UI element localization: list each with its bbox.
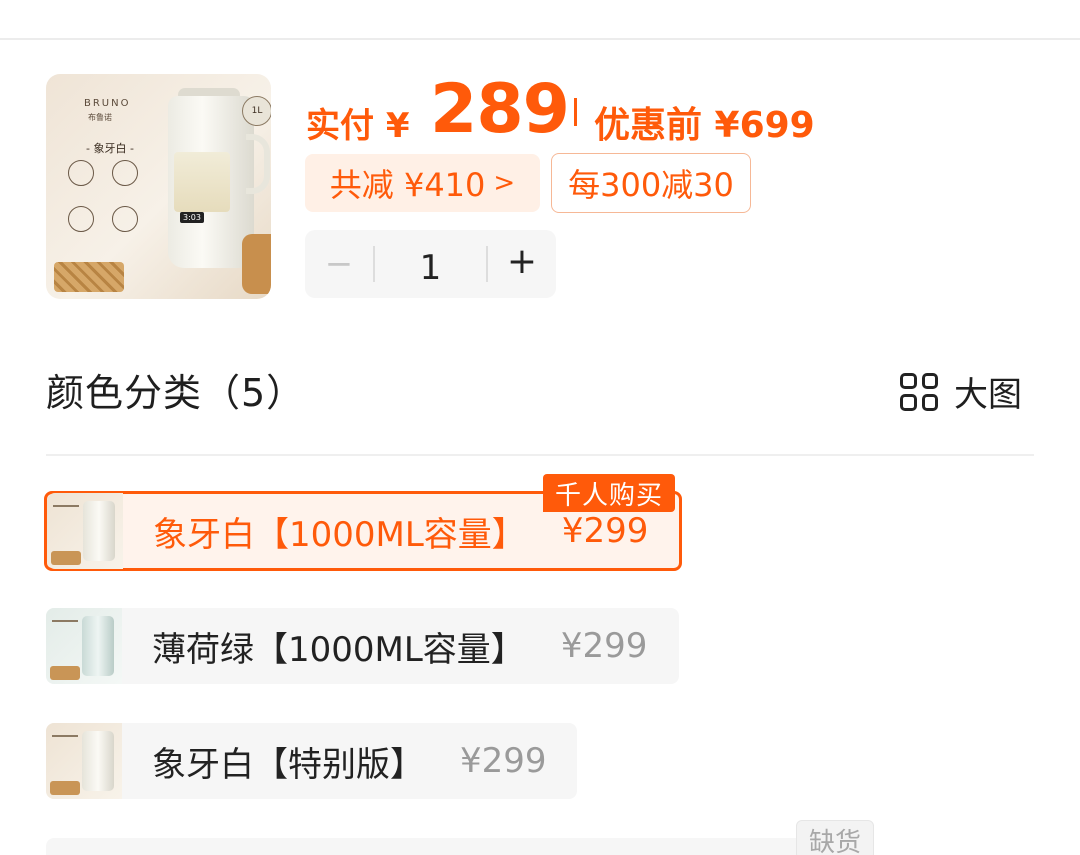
option-price: ¥299 [560, 626, 648, 666]
option-name: 薄荷绿【1000ML容量】 [152, 629, 525, 670]
pay-label: 实付 ¥ [306, 106, 410, 146]
feature-icon [68, 206, 94, 232]
color-option-mint-1000ml[interactable]: 薄荷绿【1000ML容量】 ¥299 [46, 608, 679, 684]
kettle-display: 3:03 [180, 212, 204, 223]
color-option-partial[interactable] [46, 838, 806, 855]
price-separator [574, 98, 577, 126]
section-divider [46, 454, 1034, 456]
color-option-ivory-special[interactable]: 象牙白【特别版】 ¥299 [46, 723, 577, 799]
pre-discount-price: 优惠前 ¥699 [594, 105, 815, 146]
pay-amount: 289 [430, 70, 570, 149]
top-divider [0, 38, 1080, 40]
out-of-stock-badge: 缺货 [796, 820, 874, 855]
thumb-product-name: - 象牙白 - [86, 142, 134, 155]
feature-icon [112, 206, 138, 232]
feature-icon [112, 160, 138, 186]
thumb-brand: BRUNO [84, 98, 131, 109]
option-thumbnail [47, 493, 123, 569]
thumb-brand-sub: 布鲁诺 [88, 113, 112, 122]
option-name: 象牙白【1000ML容量】 [153, 514, 526, 555]
kettle-handle [246, 134, 270, 194]
popular-badge: 千人购买 [543, 474, 676, 512]
increase-button[interactable]: + [488, 241, 556, 288]
quantity-stepper: − 1 + [305, 230, 556, 298]
promo-tag: 每300减30 [551, 153, 751, 213]
discount-detail-button[interactable]: 共减 ¥410 > [305, 154, 540, 212]
option-thumbnail [46, 723, 122, 799]
option-name: 象牙白【特别版】 [152, 744, 424, 785]
bread-decoration [242, 234, 271, 294]
big-view-toggle[interactable]: 大图 [900, 367, 1022, 416]
waffle-decoration [54, 262, 124, 292]
option-price: ¥299 [460, 741, 547, 781]
feature-icon [68, 160, 94, 186]
quantity-value[interactable]: 1 [375, 240, 486, 288]
option-thumbnail [46, 608, 122, 684]
capacity-badge: 1L [242, 96, 271, 126]
grid-icon [900, 372, 938, 411]
color-category-title: 颜色分类（5） [46, 371, 306, 415]
decrease-button[interactable]: − [305, 244, 373, 284]
kettle-glass [174, 152, 230, 212]
product-image[interactable]: BRUNO 布鲁诺 - 象牙白 - 1L 3:03 [46, 74, 271, 299]
chevron-right-icon: > [493, 168, 516, 198]
discount-total-label: 共减 ¥410 [329, 166, 486, 204]
option-price: ¥299 [561, 511, 649, 551]
big-view-label: 大图 [954, 375, 1022, 415]
